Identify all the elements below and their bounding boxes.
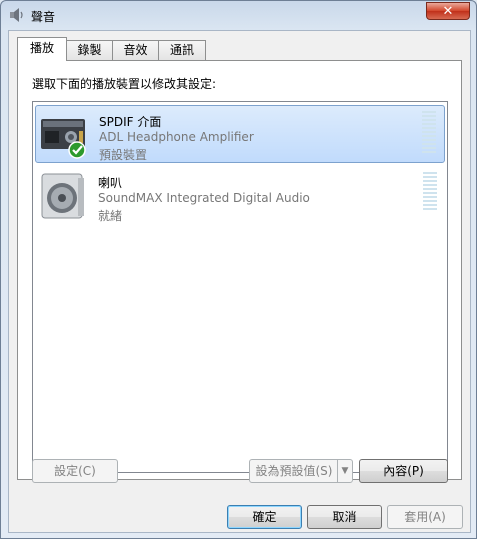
device-name: SPDIF 介面 xyxy=(99,115,162,129)
ok-button[interactable]: 確定 xyxy=(227,505,302,529)
volume-meter xyxy=(422,111,436,155)
close-button[interactable]: ✕ xyxy=(426,2,470,20)
device-status: 預設裝置 xyxy=(99,148,148,162)
dialog-body: 播放 錄製 音效 通訊 選取下面的播放裝置以修改其設定: SPDIF 介面 AD… xyxy=(8,30,471,533)
tab-playback[interactable]: 播放 xyxy=(17,37,67,61)
speaker-app-icon xyxy=(10,8,23,22)
tab-communications[interactable]: 通訊 xyxy=(158,40,206,60)
apply-button[interactable]: 套用(A) xyxy=(387,505,463,529)
device-description: SoundMAX Integrated Digital Audio xyxy=(98,191,310,205)
playback-panel: 選取下面的播放裝置以修改其設定: SPDIF 介面 ADL Headphone … xyxy=(17,60,462,480)
tab-recording[interactable]: 錄製 xyxy=(66,40,113,60)
window-title: 聲音 xyxy=(31,10,56,24)
tab-sounds[interactable]: 音效 xyxy=(112,40,159,60)
configure-button[interactable]: 設定(C) xyxy=(32,459,118,483)
title-bar[interactable]: 聲音 ✕ xyxy=(1,1,476,29)
device-list[interactable]: SPDIF 介面 ADL Headphone Amplifier 預設裝置 喇叭… xyxy=(32,101,448,473)
cancel-button[interactable]: 取消 xyxy=(307,505,382,529)
set-default-button[interactable]: 設為預設值(S) ▼ xyxy=(249,459,353,483)
device-item-spdif[interactable]: SPDIF 介面 ADL Headphone Amplifier 預設裝置 xyxy=(35,105,445,163)
chevron-down-icon[interactable]: ▼ xyxy=(337,460,352,482)
set-default-label: 設為預設值(S) xyxy=(255,464,333,478)
properties-button[interactable]: 內容(P) xyxy=(359,459,448,483)
device-description: ADL Headphone Amplifier xyxy=(99,130,254,144)
device-item-speakers[interactable]: 喇叭 SoundMAX Integrated Digital Audio 就緒 xyxy=(35,167,445,225)
speaker-icon xyxy=(41,173,84,219)
instruction-text: 選取下面的播放裝置以修改其設定: xyxy=(32,77,217,91)
device-name: 喇叭 xyxy=(98,176,123,190)
amplifier-icon xyxy=(41,119,86,159)
sound-dialog: 聲音 ✕ 播放 錄製 音效 通訊 選取下面的播放裝置以修改其設定: SPDIF … xyxy=(0,0,477,539)
device-status: 就緒 xyxy=(98,209,123,223)
volume-meter xyxy=(423,172,437,216)
